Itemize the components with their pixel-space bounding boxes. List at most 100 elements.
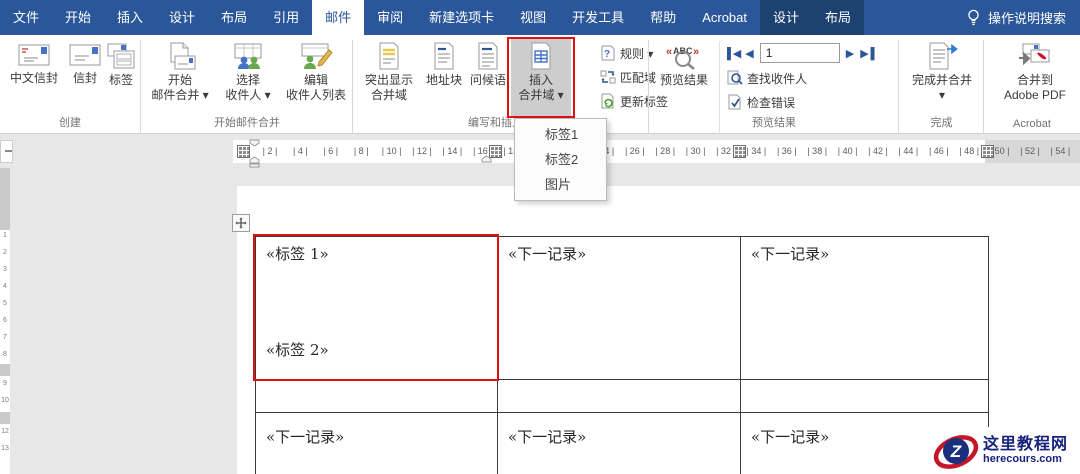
check-errors-button[interactable]: 检查错误 [727, 91, 795, 113]
tab-file[interactable]: 文件 [0, 0, 52, 35]
first-record-button[interactable]: ▌◀ [727, 47, 741, 60]
table-cell-next-record[interactable]: «下一记录» [497, 412, 741, 474]
last-record-button[interactable]: ▶▐ [860, 47, 874, 60]
vertical-ruler-number: 9 [3, 380, 7, 387]
find-recipient-icon [727, 70, 743, 86]
chinese-envelope-label: 中文信封 [9, 71, 58, 85]
highlight-merge-fields-icon [377, 42, 401, 70]
table-cell-next-record[interactable]: «下一记录» [255, 412, 498, 474]
select-recipients-icon [232, 42, 264, 70]
group-label-create: 创建 [59, 117, 81, 129]
tab-table-layout[interactable]: 布局 [812, 0, 865, 35]
word-window: 文件 开始 插入 设计 布局 引用 邮件 审阅 新建选项卡 视图 开发工具 帮助… [0, 0, 1080, 474]
tab-insert[interactable]: 插入 [104, 0, 156, 35]
left-indent-marker[interactable] [249, 156, 260, 168]
right-indent-marker[interactable] [481, 155, 492, 163]
table-cell-next-record[interactable]: «下一记录» [497, 236, 741, 380]
highlight-merge-fields-button[interactable]: 突出显示 合并域 [358, 39, 420, 117]
table-cell-empty[interactable] [497, 379, 741, 413]
dropdown-item-label2[interactable]: 标签2 [515, 147, 606, 172]
merge-to-adobe-pdf-button[interactable]: 合并到 Adobe PDF [992, 39, 1078, 117]
start-mail-merge-icon [163, 42, 197, 70]
vertical-ruler[interactable]: 1 2 3 4 5 6 7 8 9 10 12 13 [0, 168, 10, 474]
finish-merge-button[interactable]: 完成并合并 ▾ [906, 39, 978, 117]
chinese-envelope-button[interactable]: 中文信封 [6, 39, 62, 117]
merge-field-next-record[interactable]: «下一记录» [508, 245, 586, 263]
tab-table-design[interactable]: 设计 [760, 0, 813, 35]
table-column-marker[interactable] [981, 145, 994, 158]
chinese-envelope-icon [18, 42, 50, 68]
tab-review[interactable]: 审阅 [364, 0, 416, 35]
preview-results-label: 预览结果 [659, 73, 708, 87]
table-cell-empty[interactable] [740, 379, 989, 413]
vertical-ruler-number: 13 [1, 445, 9, 452]
tab-home[interactable]: 开始 [52, 0, 104, 35]
labels-icon [106, 42, 136, 70]
ruler-number: | 30 | [685, 146, 706, 156]
envelope-button[interactable]: 信封 [64, 39, 106, 117]
finish-merge-icon [925, 42, 959, 70]
find-recipient-button[interactable]: 查找收件人 [727, 67, 807, 89]
edit-recipient-list-button[interactable]: 编辑 收件人列表 [282, 39, 350, 117]
tab-acrobat[interactable]: Acrobat [689, 0, 760, 35]
envelope-icon [69, 42, 101, 68]
labels-label: 标签 [108, 73, 133, 87]
dropdown-item-picture[interactable]: 图片 [515, 172, 606, 197]
address-block-button[interactable]: 地址块 [422, 39, 466, 117]
tab-layout[interactable]: 布局 [208, 0, 260, 35]
tab-new-tab[interactable]: 新建选项卡 [416, 0, 507, 35]
tab-view[interactable]: 视图 [507, 0, 559, 35]
vertical-ruler-number: 2 [3, 249, 7, 256]
merge-field-label1[interactable]: «标签 1» [266, 243, 487, 264]
table-cell-label1[interactable]: «标签 1» «标签 2» [255, 236, 498, 380]
annotation-box-insert-merge-field [507, 37, 575, 118]
address-block-icon [432, 42, 456, 70]
address-block-label: 地址块 [425, 73, 462, 87]
tab-developer[interactable]: 开发工具 [559, 0, 637, 35]
tab-help[interactable]: 帮助 [637, 0, 689, 35]
merge-field-next-record[interactable]: «下一记录» [751, 245, 829, 263]
select-recipients-button[interactable]: 选择 收件人 ▾ [216, 39, 280, 117]
table-move-handle[interactable] [232, 214, 250, 232]
merge-field-label2[interactable]: «标签 2» [266, 339, 487, 360]
tell-me-label: 操作说明搜索 [987, 11, 1066, 26]
ruler-number: | 40 | [837, 146, 858, 156]
select-recipients-label: 选择 收件人 ▾ [225, 73, 271, 102]
ruler-number: | 38 | [807, 146, 828, 156]
preview-results-button[interactable]: «ABC» 预览结果 [655, 39, 713, 117]
previous-record-button[interactable]: ◀ [745, 47, 753, 60]
ruler-number: | 26 | [624, 146, 645, 156]
finish-merge-label: 完成并合并 ▾ [911, 73, 972, 102]
table-column-marker[interactable] [733, 145, 746, 158]
dropdown-item-label1[interactable]: 标签1 [515, 122, 606, 147]
merge-field-next-record[interactable]: «下一记录» [751, 428, 829, 446]
vertical-ruler-segment [0, 168, 10, 230]
horizontal-ruler[interactable]: | 2 | | 4 | | 6 | | 8 | | 10 | | 12 | | 14 | | … [233, 139, 1080, 168]
move-cross-icon [235, 217, 247, 229]
vertical-ruler-number: 6 [3, 317, 7, 324]
merge-field-next-record[interactable]: «下一记录» [508, 428, 586, 446]
vertical-ruler-number: 10 [1, 397, 9, 404]
tab-design[interactable]: 设计 [156, 0, 208, 35]
tab-selector[interactable] [0, 140, 13, 163]
first-line-indent-marker[interactable] [249, 139, 260, 147]
next-record-button[interactable]: ▶ [846, 47, 854, 60]
merge-field-next-record[interactable]: «下一记录» [266, 428, 344, 446]
tell-me-search[interactable]: 操作说明搜索 [966, 0, 1080, 35]
greeting-line-button[interactable]: 问候语 [466, 39, 510, 117]
start-mail-merge-button[interactable]: 开始 邮件合并 ▾ [148, 39, 212, 117]
rules-icon: ? [600, 45, 616, 61]
merge-to-adobe-pdf-label: 合并到 Adobe PDF [1003, 73, 1067, 102]
svg-text:«: « [666, 46, 672, 58]
record-number-input[interactable] [759, 43, 840, 63]
tab-references[interactable]: 引用 [260, 0, 312, 35]
labels-button[interactable]: 标签 [106, 39, 136, 117]
table-cell-empty[interactable] [255, 379, 498, 413]
rules-button[interactable]: ? 规则 ▾ [600, 42, 653, 64]
table-row: «标签 1» «标签 2» «下一记录» «下一记录» [255, 236, 989, 380]
watermark-title: 这里教程网 [983, 435, 1069, 453]
tab-mailings[interactable]: 邮件 [312, 0, 365, 35]
table-cell-next-record[interactable]: «下一记录» [740, 236, 989, 380]
record-navigator: ▌◀ ◀ ▶ ▶▐ [727, 43, 875, 63]
edit-recipient-list-label: 编辑 收件人列表 [285, 73, 346, 102]
